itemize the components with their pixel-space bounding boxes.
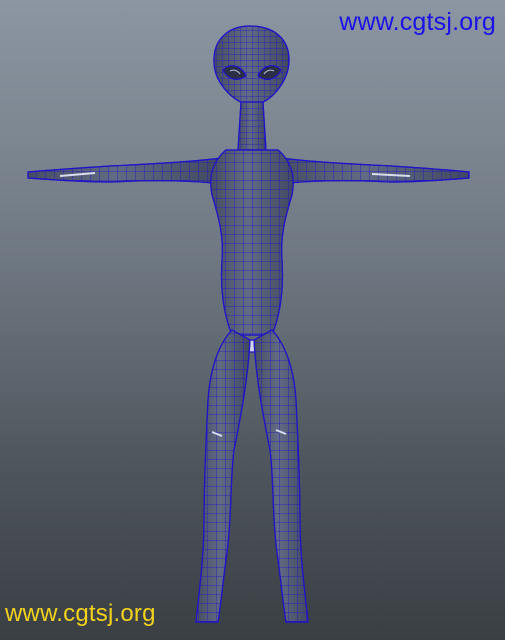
- watermark-top: www.cgtsj.org: [339, 8, 496, 36]
- 3d-viewport[interactable]: [0, 0, 505, 640]
- alien-mesh: [27, 25, 470, 623]
- alien-model[interactable]: [0, 0, 505, 640]
- watermark-bottom: www.cgtsj.org: [5, 600, 156, 627]
